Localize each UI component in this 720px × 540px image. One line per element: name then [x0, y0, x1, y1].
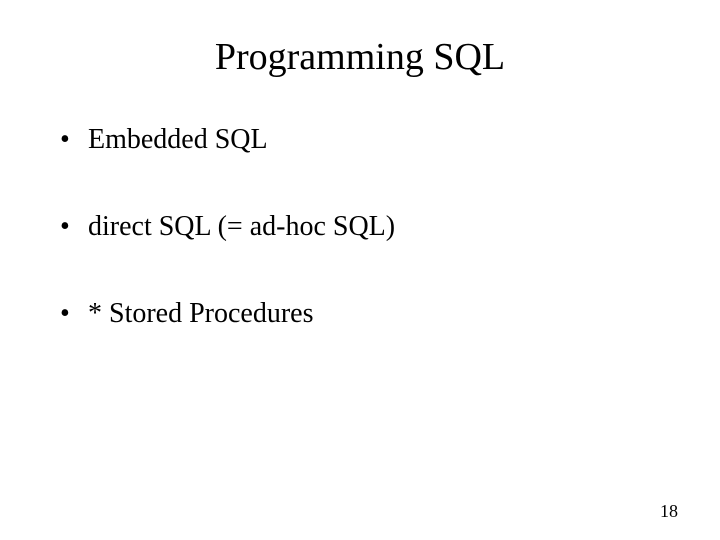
slide-title: Programming SQL	[60, 35, 660, 79]
list-item: * Stored Procedures	[60, 298, 660, 330]
list-item: Embedded SQL	[60, 124, 660, 156]
page-number: 18	[660, 501, 678, 522]
list-item: direct SQL (= ad-hoc SQL)	[60, 211, 660, 243]
bullet-list: Embedded SQL direct SQL (= ad-hoc SQL) *…	[60, 124, 660, 330]
